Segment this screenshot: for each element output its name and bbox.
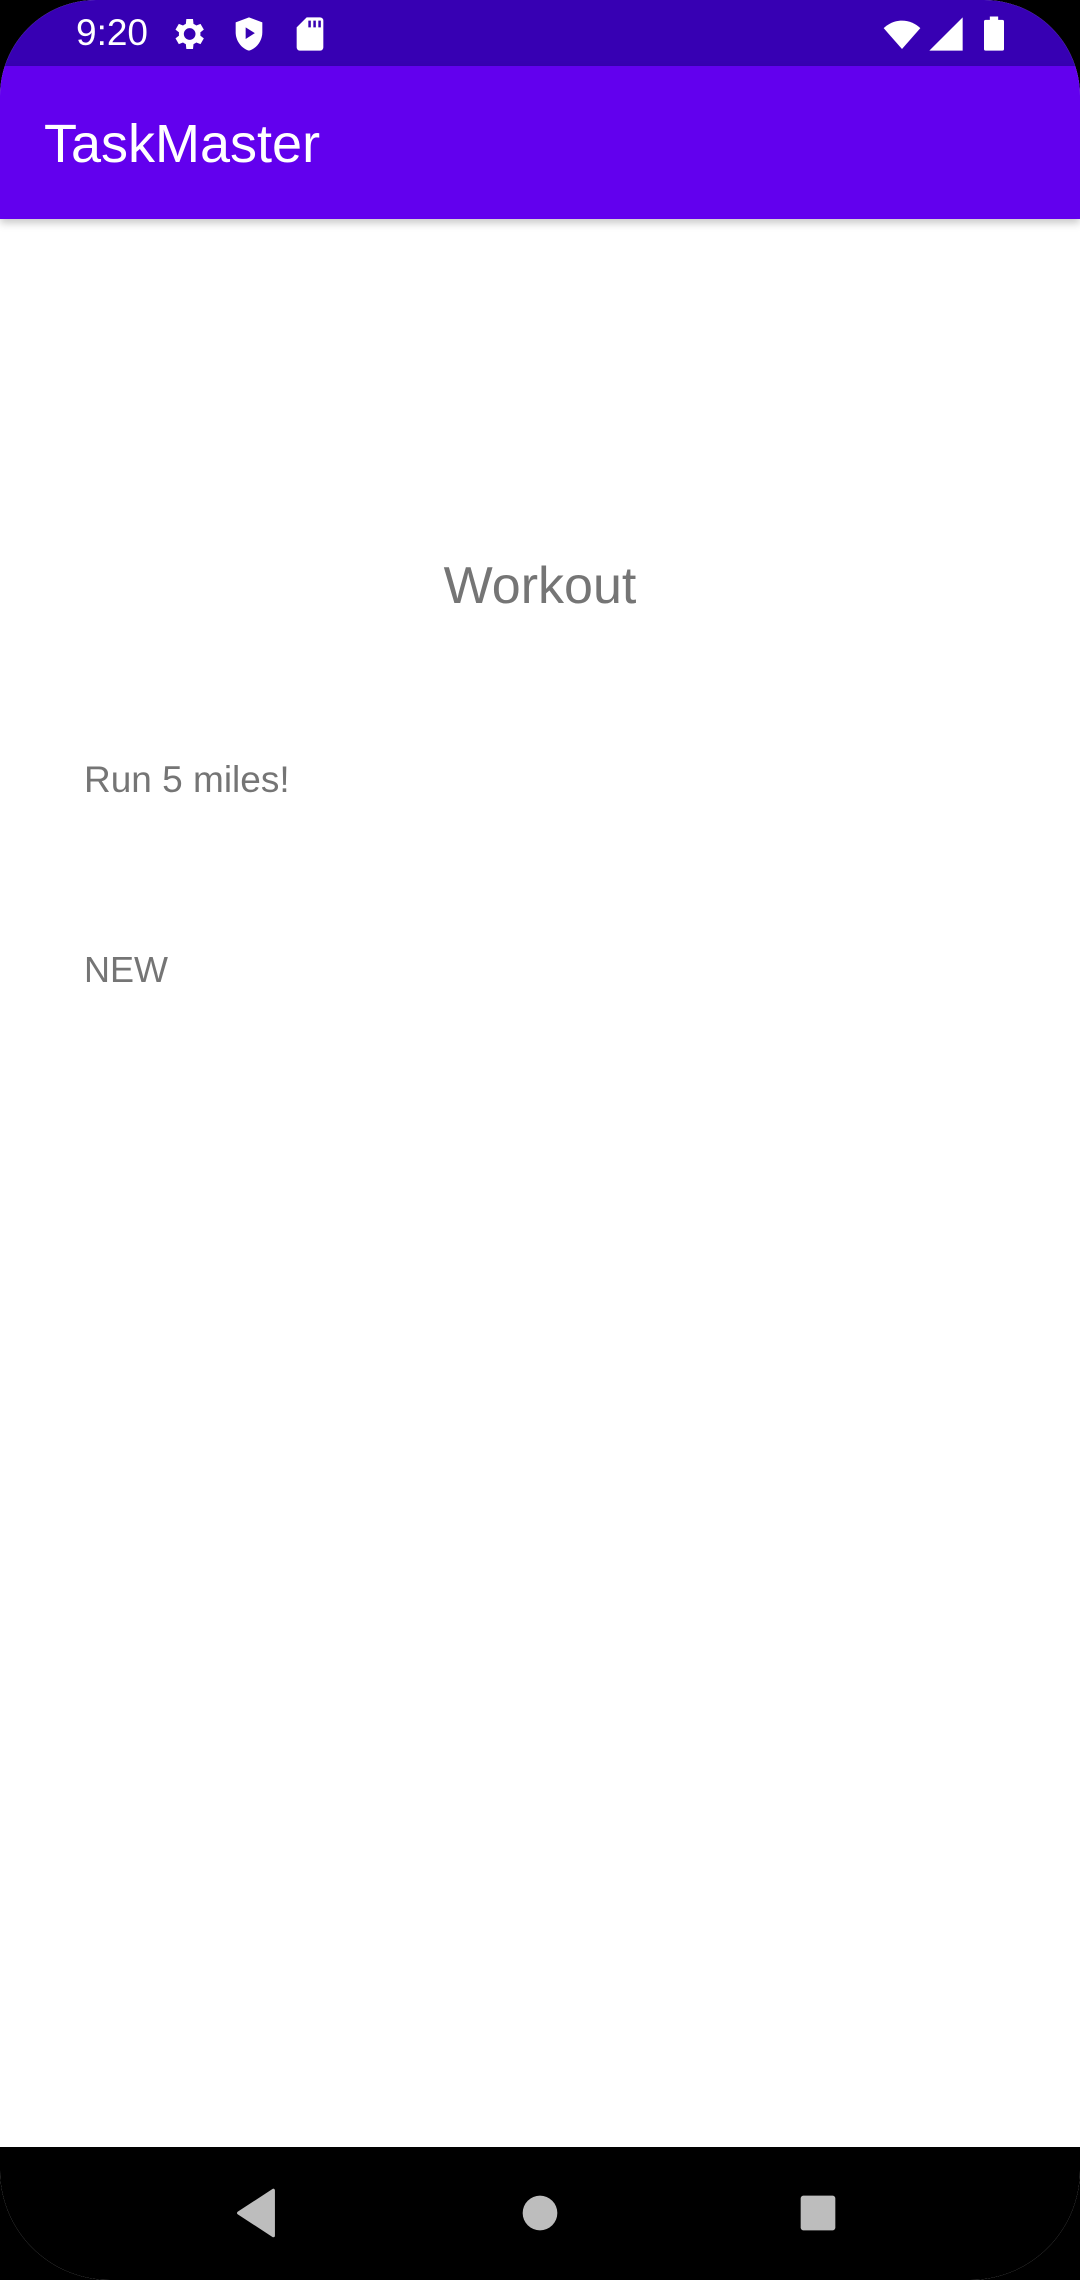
gear-icon <box>168 14 208 54</box>
signal-icon <box>926 14 966 54</box>
recents-icon[interactable] <box>786 2181 850 2245</box>
sd-card-icon <box>290 14 330 54</box>
task-body: Run 5 miles! <box>84 759 290 800</box>
shield-play-icon <box>229 14 269 54</box>
task-title: Workout <box>443 557 637 615</box>
app-title: TaskMaster <box>44 114 321 174</box>
task-state: NEW <box>84 949 168 990</box>
wifi-icon <box>882 14 922 54</box>
phone-screen: 9:20 TaskMaster Workout Run 5 miles! NEW <box>0 0 1080 2280</box>
status-bar: 9:20 <box>0 0 1080 66</box>
status-time: 9:20 <box>76 12 149 53</box>
home-icon[interactable] <box>508 2181 572 2245</box>
back-icon[interactable] <box>228 2181 292 2245</box>
navigation-bar <box>0 2147 1080 2280</box>
app-bar: TaskMaster <box>0 66 1080 219</box>
battery-icon <box>974 14 1014 54</box>
task-detail-content: Workout Run 5 miles! NEW <box>0 219 1080 2147</box>
